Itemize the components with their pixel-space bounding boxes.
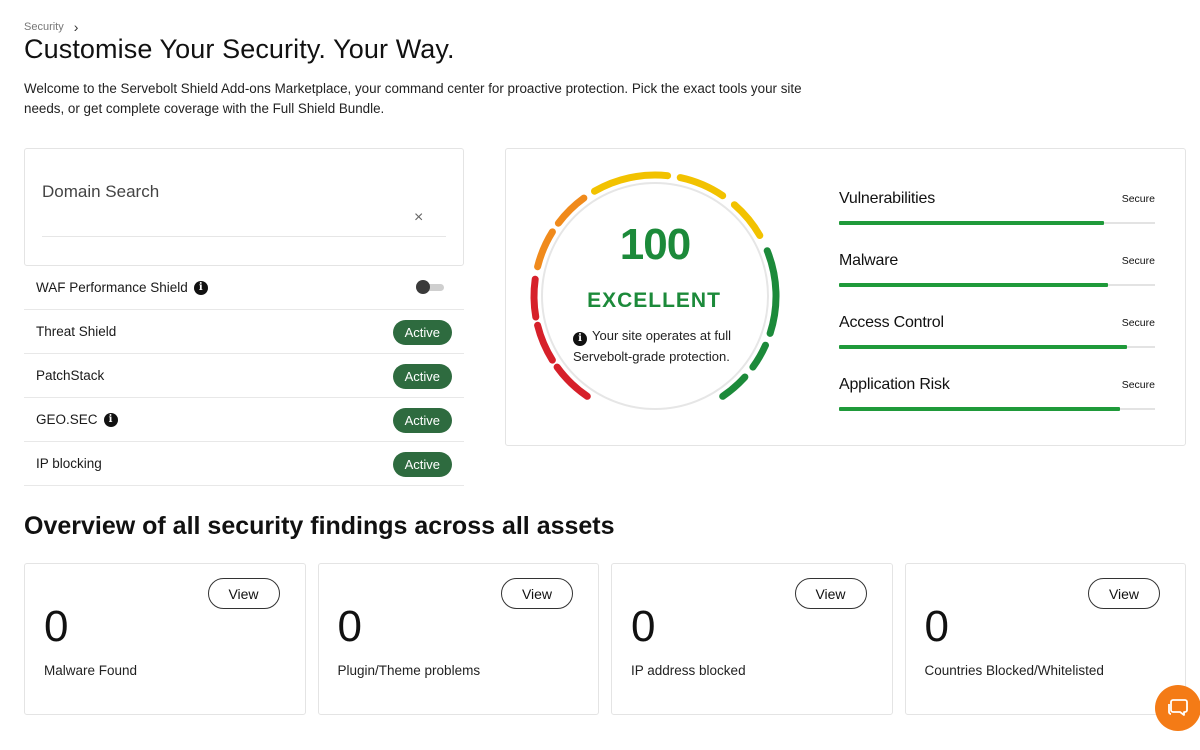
metric-name: Malware xyxy=(839,252,899,269)
metric-status: Secure xyxy=(1121,255,1155,267)
waf-toggle[interactable] xyxy=(416,280,444,294)
stat-label: IP address blocked xyxy=(631,663,746,678)
stat-label: Countries Blocked/Whitelisted xyxy=(924,663,1104,678)
metric-vulnerabilities: Vulnerabilities Secure xyxy=(839,189,1155,251)
stat-card-ip: View 0 IP address blocked xyxy=(611,563,893,715)
breadcrumb: Security › xyxy=(24,19,78,35)
metric-malware: Malware Secure xyxy=(839,251,1155,313)
shield-list: WAF Performance Shield i Threat Shield A… xyxy=(24,266,464,486)
chat-button[interactable] xyxy=(1155,685,1200,731)
stat-card-countries: View 0 Countries Blocked/Whitelisted xyxy=(904,563,1186,715)
metric-name: Application Risk xyxy=(839,376,950,393)
metric-name: Vulnerabilities xyxy=(839,190,936,207)
stat-value: 0 xyxy=(44,602,69,651)
stat-card-plugins: View 0 Plugin/Theme problems xyxy=(317,563,599,715)
overview-title: Overview of all security findings across… xyxy=(24,512,615,540)
domain-search-underline xyxy=(42,236,446,237)
view-button[interactable]: View xyxy=(1088,578,1160,609)
info-icon: i xyxy=(573,332,587,347)
stat-card-malware: View 0 Malware Found xyxy=(24,563,306,715)
metric-access-control: Access Control Secure xyxy=(839,313,1155,375)
page-title: Customise Your Security. Your Way. xyxy=(24,34,455,64)
shield-name: GEO.SEC xyxy=(36,412,98,427)
view-button[interactable]: View xyxy=(207,578,280,609)
breadcrumb-security[interactable]: Security xyxy=(24,21,64,33)
shield-name: PatchStack xyxy=(36,368,105,383)
metric-status: Secure xyxy=(1121,379,1155,391)
status-badge[interactable]: Active xyxy=(392,452,452,477)
metric-name: Access Control xyxy=(839,314,944,331)
metric-bar xyxy=(839,407,1121,411)
chevron-right-icon: › xyxy=(73,19,79,35)
info-icon[interactable]: i xyxy=(193,280,208,295)
score-note: i Your site operates at full Servebolt-gr… xyxy=(573,326,748,367)
metric-application-risk: Application Risk Secure xyxy=(839,375,1155,437)
view-button[interactable]: View xyxy=(794,578,867,609)
score-value: 100 xyxy=(619,220,691,269)
score-rating: EXCELLENT xyxy=(587,289,721,312)
shield-row-geosec: GEO.SEC i Active xyxy=(24,398,464,442)
gauge-segment xyxy=(534,228,556,271)
page-intro: Welcome to the Servebolt Shield Add-ons … xyxy=(24,81,802,116)
shield-name: Threat Shield xyxy=(36,324,117,339)
shield-row-patchstack: PatchStack Active xyxy=(24,354,464,398)
close-icon[interactable]: × xyxy=(414,209,423,227)
metric-list: Vulnerabilities Secure Malware Secure Ac… xyxy=(839,189,1155,437)
chat-bubble-icon xyxy=(1168,699,1188,716)
stat-value: 0 xyxy=(631,602,656,651)
view-button[interactable]: View xyxy=(501,578,573,609)
shield-row-threat: Threat Shield Active xyxy=(24,310,464,354)
status-badge[interactable]: Active xyxy=(392,408,452,433)
gauge-segment xyxy=(719,373,749,400)
stat-label: Plugin/Theme problems xyxy=(337,663,481,678)
metric-bar xyxy=(839,345,1127,349)
metric-status: Secure xyxy=(1121,317,1155,329)
domain-search-label[interactable]: Domain Search xyxy=(42,182,159,202)
domain-search-card: Domain Search × xyxy=(24,148,464,266)
overview-cards: View 0 Malware Found View 0 Plugin/Theme… xyxy=(24,563,1186,715)
status-badge[interactable]: Active xyxy=(392,320,452,345)
stat-value: 0 xyxy=(337,602,362,651)
toggle-knob xyxy=(416,280,430,294)
info-icon[interactable]: i xyxy=(103,412,118,427)
score-note-text: Your site operates at full Servebolt-gra… xyxy=(573,328,731,364)
gauge-segment xyxy=(534,321,556,364)
security-score-card: 100 EXCELLENT i Your site operates at ful… xyxy=(505,148,1186,446)
stat-label: Malware Found xyxy=(44,663,138,678)
metric-bar xyxy=(839,283,1108,287)
stat-value: 0 xyxy=(924,602,949,651)
shield-row-waf: WAF Performance Shield i xyxy=(24,266,464,310)
status-badge[interactable]: Active xyxy=(392,364,452,389)
metric-status: Secure xyxy=(1121,193,1155,205)
shield-row-ip-blocking: IP blocking Active xyxy=(24,442,464,486)
metric-bar xyxy=(839,221,1105,225)
gauge-segment xyxy=(530,275,540,321)
shield-name: IP blocking xyxy=(36,456,102,471)
shield-name: WAF Performance Shield xyxy=(36,280,188,295)
